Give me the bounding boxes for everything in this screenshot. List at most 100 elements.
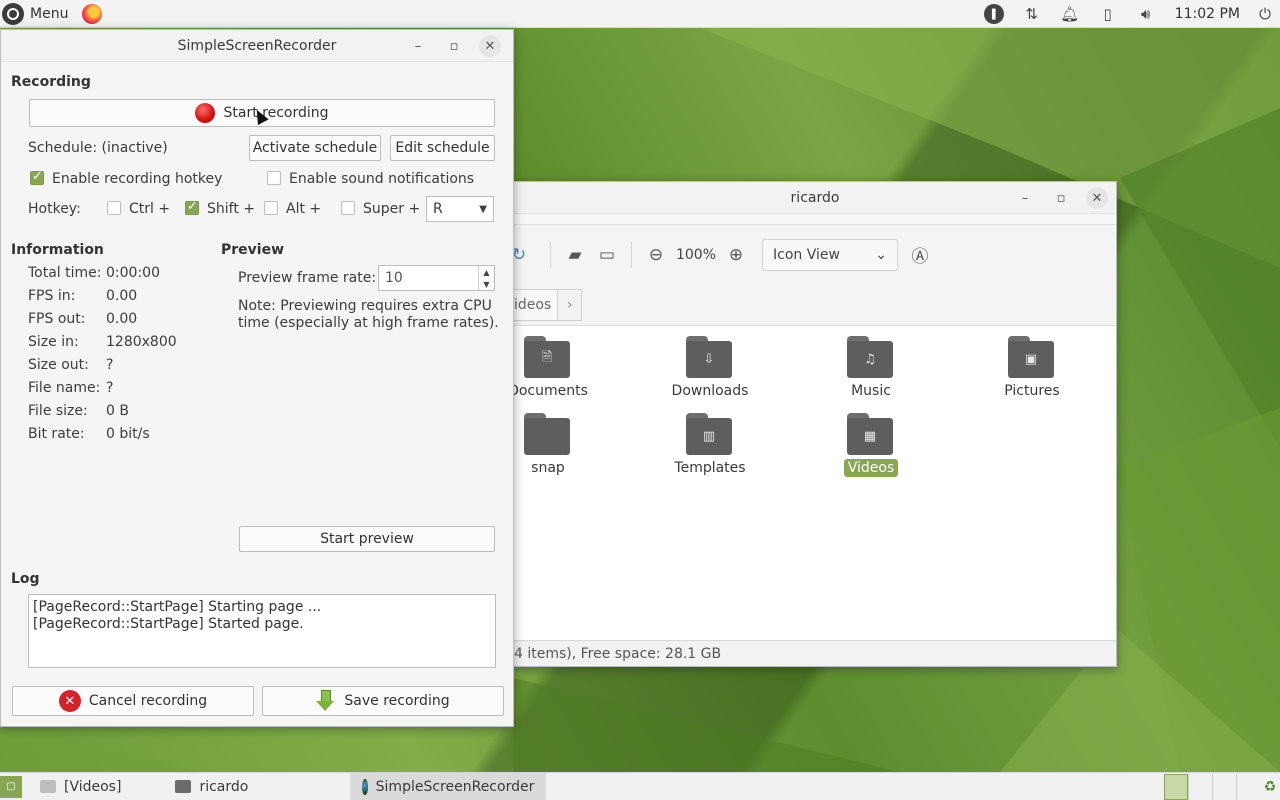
clock[interactable]: 11:02 PM xyxy=(1165,6,1250,22)
zoom-out-icon[interactable]: ⊖ xyxy=(640,239,672,271)
task-simplescreenrecorder[interactable]: SimpleScreenRecorder xyxy=(350,772,547,800)
folder-item[interactable]: ▦ Videos xyxy=(811,413,931,477)
maximize-icon[interactable]: ▫ xyxy=(443,35,465,57)
workspace-2[interactable] xyxy=(1188,773,1212,800)
info-value: 0 bit/s xyxy=(106,426,150,442)
files-toolbar: ↻ ▰ ▭ ⊖ 100% ⊕ Icon View ⌄ Ⓐ xyxy=(512,224,1116,284)
task-videos[interactable]: [Videos] xyxy=(28,773,133,800)
open-terminal-icon[interactable]: ▭ xyxy=(591,239,623,271)
close-icon[interactable]: ✕ xyxy=(479,35,501,57)
workspace-1[interactable] xyxy=(1164,773,1188,800)
view-mode-value: Icon View xyxy=(773,246,840,263)
system-tray: ❚ ⇅ 🔔︎ ▯ 🔊︎ 11:02 PM ⏻ xyxy=(975,0,1280,28)
simplescreenrecorder-tray-icon[interactable]: ❚ xyxy=(975,0,1013,28)
search-icon[interactable]: Ⓐ xyxy=(904,239,936,271)
task-label: [Videos] xyxy=(64,778,122,795)
enable-sound-checkbox[interactable] xyxy=(267,171,281,185)
power-icon[interactable]: ⏻ xyxy=(1250,0,1280,28)
workspace-4[interactable] xyxy=(1236,773,1260,800)
close-icon[interactable]: ✕ xyxy=(1086,187,1108,209)
minimize-icon[interactable]: – xyxy=(1014,187,1036,209)
super-checkbox[interactable] xyxy=(341,201,355,215)
folder-icon: ♫ xyxy=(847,336,895,378)
show-desktop-icon[interactable]: ▢ xyxy=(0,775,22,798)
log-line: [PageRecord::StartPage] Starting page ..… xyxy=(33,599,322,615)
info-label: File name: xyxy=(28,380,101,396)
edit-schedule-button[interactable]: Edit schedule xyxy=(390,135,495,161)
folder-icon xyxy=(175,780,192,793)
activate-schedule-button[interactable]: Activate schedule xyxy=(249,135,381,161)
cancel-recording-button[interactable]: ✕ Cancel recording xyxy=(12,686,254,716)
folder-item[interactable]: ⇩ Downloads xyxy=(650,336,770,400)
task-ricardo[interactable]: ricardo xyxy=(163,773,260,800)
zoom-in-icon[interactable]: ⊕ xyxy=(720,239,752,271)
files-title: ricardo xyxy=(790,189,840,206)
folder-label: Videos xyxy=(843,459,899,477)
folder-icon xyxy=(524,413,572,455)
task-label: SimpleScreenRecorder xyxy=(375,778,535,795)
files-window: ricardo – ▫ ✕ ↻ ▰ ▭ ⊖ 100% ⊕ Icon View ⌄… xyxy=(508,181,1117,667)
view-mode-select[interactable]: Icon View ⌄ xyxy=(762,238,898,271)
trash-icon[interactable]: ♻ xyxy=(1260,776,1280,798)
info-label: FPS in: xyxy=(28,288,76,304)
enable-sound-label: Enable sound notifications xyxy=(289,171,475,187)
folder-icon xyxy=(40,780,56,793)
info-value: 1280x800 xyxy=(106,334,177,350)
info-label: FPS out: xyxy=(28,311,86,327)
cancel-icon: ✕ xyxy=(58,690,81,712)
simplescreenrecorder-icon xyxy=(362,778,368,795)
reload-icon[interactable]: ↻ xyxy=(512,239,526,271)
preview-heading: Preview xyxy=(221,242,285,258)
top-panel: Menu ❚ ⇅ 🔔︎ ▯ 🔊︎ 11:02 PM ⏻ xyxy=(0,0,1280,28)
folder-label: Documents xyxy=(508,383,588,399)
minimize-icon[interactable]: – xyxy=(407,35,429,57)
workspace-3[interactable] xyxy=(1212,773,1236,800)
shift-label: Shift + xyxy=(207,201,256,217)
info-value: 0.00 xyxy=(106,288,138,304)
log-line: [PageRecord::StartPage] Started page. xyxy=(33,616,304,632)
volume-icon[interactable]: 🔊︎ xyxy=(1127,0,1165,28)
music-note-icon: ♫ xyxy=(864,351,876,367)
log-heading: Log xyxy=(11,571,40,587)
preview-frame-rate-spinbox[interactable]: 10 ▲ ▼ xyxy=(378,265,495,291)
ctrl-checkbox[interactable] xyxy=(107,201,121,215)
firefox-launcher-icon[interactable] xyxy=(82,3,103,24)
log-textarea[interactable]: [PageRecord::StartPage] Starting page ..… xyxy=(28,594,496,668)
maximize-icon[interactable]: ▫ xyxy=(1050,187,1072,209)
preview-frame-rate-label: Preview frame rate: xyxy=(238,270,377,286)
toolbar-divider xyxy=(550,241,551,268)
start-preview-button[interactable]: Start preview xyxy=(239,526,495,552)
ubuntu-logo-icon xyxy=(2,2,24,25)
information-heading: Information xyxy=(11,242,104,258)
files-titlebar[interactable]: ricardo – ▫ ✕ xyxy=(514,182,1116,214)
save-arrow-icon xyxy=(316,690,335,712)
files-statusbar: 4 items), Free space: 28.1 GB xyxy=(514,640,1116,666)
network-icon[interactable]: ⇅ xyxy=(1013,0,1051,28)
edit-schedule-label: Edit schedule xyxy=(395,140,490,156)
ssr-titlebar[interactable]: SimpleScreenRecorder – ▫ ✕ xyxy=(1,30,513,62)
save-recording-button[interactable]: Save recording xyxy=(262,686,504,716)
chevron-right-icon[interactable]: › xyxy=(558,288,583,321)
folder-item[interactable]: ▣ Pictures xyxy=(972,336,1092,400)
preview-note-line2: time (especially at high frame rates). xyxy=(238,315,499,331)
battery-icon[interactable]: ▯ xyxy=(1089,0,1127,28)
new-folder-icon[interactable]: ▰ xyxy=(559,239,591,271)
shift-checkbox[interactable] xyxy=(185,199,199,215)
cancel-recording-label: Cancel recording xyxy=(88,693,208,709)
breadcrumb-videos[interactable]: ideos xyxy=(514,288,559,321)
menu-button[interactable]: Menu xyxy=(0,0,74,28)
folder-label: Pictures xyxy=(1004,383,1060,399)
alt-checkbox[interactable] xyxy=(264,201,278,215)
ctrl-label: Ctrl + xyxy=(129,201,171,217)
folder-item[interactable]: ▥ Templates xyxy=(650,413,770,477)
folder-icon: ⇩ xyxy=(686,336,734,378)
spin-arrows-icon[interactable]: ▲ ▼ xyxy=(478,266,494,290)
toolbar-divider xyxy=(631,241,632,268)
start-preview-label: Start preview xyxy=(320,531,414,547)
task-label: ricardo xyxy=(199,778,249,795)
folder-item[interactable]: ♫ Music xyxy=(811,336,931,400)
notification-bell-icon[interactable]: 🔔︎ xyxy=(1051,0,1089,28)
enable-hotkey-checkbox[interactable] xyxy=(30,169,44,185)
hotkey-key-select[interactable]: R ▼ xyxy=(426,196,494,222)
menu-label: Menu xyxy=(30,5,69,22)
